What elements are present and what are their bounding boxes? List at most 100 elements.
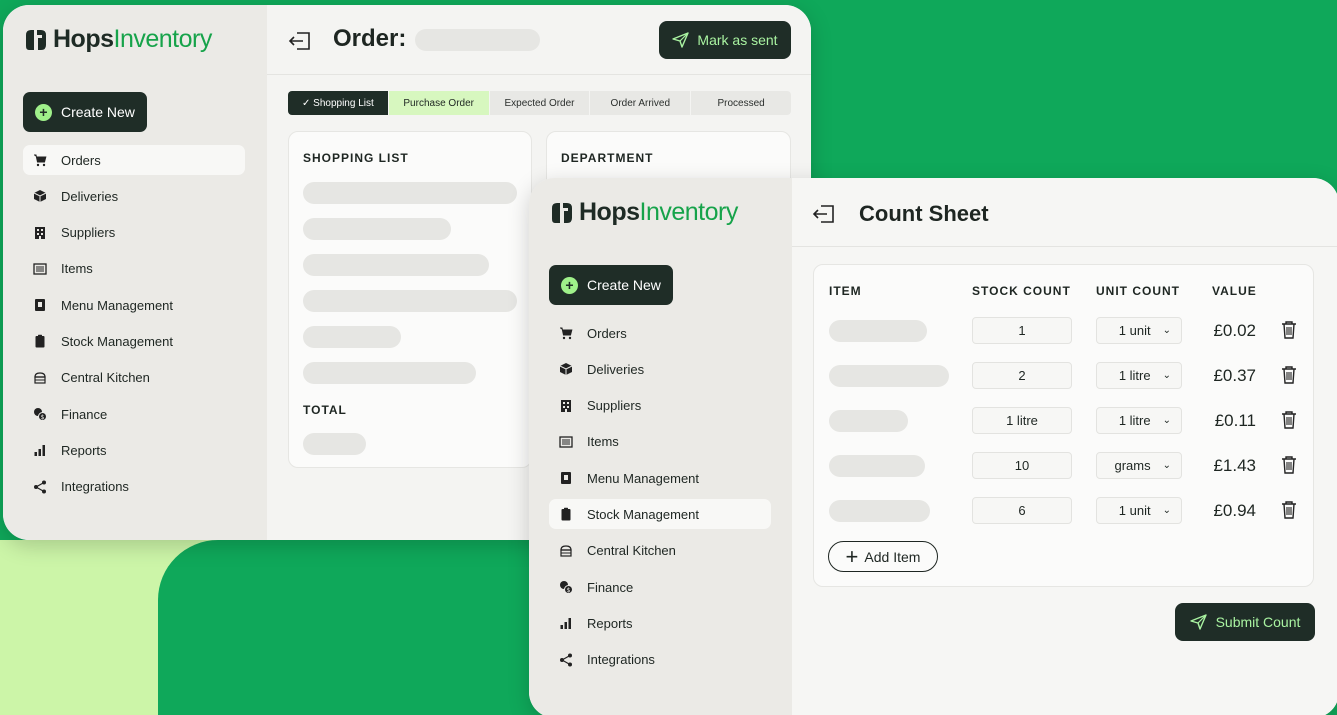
mark-as-sent-label: Mark as sent [697, 32, 778, 48]
logo: Hops Inventory [23, 25, 212, 54]
step-processed[interactable]: Processed [691, 91, 791, 115]
unit-count-select[interactable]: 1 unit ⌄ [1096, 497, 1182, 524]
share-icon [33, 480, 47, 494]
table-row: 1 litre 1 litre ⌄ £0.11 [814, 407, 1313, 435]
step-order-arrived[interactable]: Order Arrived [590, 91, 692, 115]
send-icon [1189, 614, 1207, 630]
sidebar-nav: Orders Deliveries Suppliers Items Menu M… [549, 318, 771, 681]
trash-icon[interactable] [1280, 365, 1298, 385]
sidebar-item-finance[interactable]: $ Finance [23, 399, 245, 429]
sidebar-item-reports[interactable]: Reports [23, 435, 245, 465]
sidebar-item-items[interactable]: Items [549, 427, 771, 457]
item-name-placeholder [829, 320, 927, 342]
stock-count-input[interactable]: 1 litre [972, 407, 1072, 434]
box-icon [33, 189, 47, 203]
column-header-value: VALUE [1212, 284, 1257, 298]
department-heading: DEPARTMENT [561, 151, 654, 165]
sidebar-item-finance[interactable]: $ Finance [549, 572, 771, 602]
menu-book-icon [33, 298, 47, 312]
unit-count-select[interactable]: 1 litre ⌄ [1096, 407, 1182, 434]
stock-count-input[interactable]: 6 [972, 497, 1072, 524]
sidebar-item-deliveries[interactable]: Deliveries [23, 181, 245, 211]
sidebar-item-label: Reports [587, 615, 633, 631]
sidebar-item-deliveries[interactable]: Deliveries [549, 354, 771, 384]
step-expected-order[interactable]: Expected Order [489, 91, 591, 115]
sidebar-item-label: Finance [61, 406, 108, 422]
trash-icon[interactable] [1280, 410, 1298, 430]
sidebar-item-label: Menu Management [587, 470, 700, 486]
logo: Hops Inventory [549, 198, 738, 227]
plus-icon: + [561, 276, 578, 294]
page-title: Order: [333, 25, 407, 52]
logo-text-light: Inventory [639, 198, 739, 226]
sidebar: Hops Inventory + Create New Orders Delive… [529, 178, 792, 715]
step-purchase-order[interactable]: Purchase Order [388, 91, 490, 115]
table-row: 2 1 litre ⌄ £0.37 [814, 362, 1313, 390]
sidebar-item-reports[interactable]: Reports [549, 608, 771, 638]
skeleton-line [303, 218, 451, 240]
unit-count-select[interactable]: grams ⌄ [1096, 452, 1182, 479]
svg-text:$: $ [567, 587, 571, 594]
sidebar-item-integrations[interactable]: Integrations [549, 645, 771, 675]
sidebar-item-orders[interactable]: Orders [549, 318, 771, 348]
sidebar-item-central-kitchen[interactable]: Central Kitchen [23, 363, 245, 393]
sidebar-item-stock-management[interactable]: Stock Management [23, 326, 245, 356]
sidebar-item-label: Stock Management [61, 333, 174, 349]
table-row: 6 1 unit ⌄ £0.94 [814, 497, 1313, 525]
stock-count-input[interactable]: 2 [972, 362, 1072, 389]
sidebar-item-integrations[interactable]: Integrations [23, 472, 245, 502]
submit-count-button[interactable]: Submit Count [1175, 603, 1315, 641]
sidebar-item-items[interactable]: Items [23, 254, 245, 284]
sidebar-item-stock-management[interactable]: Stock Management [549, 499, 771, 530]
step-shopping-list[interactable]: ✓ Shopping List [288, 91, 389, 115]
chevron-down-icon: ⌄ [1162, 415, 1171, 426]
sidebar-item-label: Finance [587, 579, 634, 595]
chevron-down-icon: ⌄ [1162, 460, 1171, 471]
page-title: Count Sheet [859, 201, 989, 226]
count-sheet-main: Count Sheet ITEM STOCK COUNT UNIT COUNT … [792, 178, 1337, 715]
total-heading: TOTAL [303, 403, 347, 417]
back-icon[interactable] [812, 204, 836, 224]
count-sheet-window: Hops Inventory + Create New Orders Delive… [529, 178, 1337, 715]
mark-as-sent-button[interactable]: Mark as sent [659, 21, 791, 59]
unit-count-select[interactable]: 1 litre ⌄ [1096, 362, 1182, 389]
sidebar-item-menu-management[interactable]: Menu Management [549, 463, 771, 493]
sidebar-item-menu-management[interactable]: Menu Management [23, 290, 245, 320]
stock-count-input[interactable]: 1 [972, 317, 1072, 344]
unit-count-value: 1 unit [1118, 503, 1151, 518]
trash-icon[interactable] [1280, 320, 1298, 340]
skeleton-line [303, 182, 517, 204]
shopping-list-card: SHOPPING LIST TOTAL [288, 131, 532, 468]
list-icon [33, 262, 47, 276]
column-header-unit-count: UNIT COUNT [1096, 284, 1180, 298]
item-name-placeholder [829, 410, 908, 432]
stock-count-input[interactable]: 10 [972, 452, 1072, 479]
sidebar-item-suppliers[interactable]: Suppliers [549, 391, 771, 421]
sidebar-item-label: Integrations [61, 479, 129, 495]
share-icon [559, 653, 573, 667]
item-name-placeholder [829, 365, 949, 387]
coins-icon: $ [33, 407, 47, 422]
skeleton-line [303, 326, 401, 348]
sidebar-item-orders[interactable]: Orders [23, 145, 245, 175]
coins-icon: $ [559, 580, 573, 595]
sidebar-item-label: Reports [61, 442, 107, 458]
sidebar-item-suppliers[interactable]: Suppliers [23, 218, 245, 248]
kitchen-icon [559, 544, 573, 558]
create-new-button[interactable]: + Create New [23, 92, 147, 132]
item-name-placeholder [829, 455, 925, 477]
total-value-placeholder [303, 433, 366, 455]
kitchen-icon [33, 371, 47, 385]
add-item-label: Add Item [864, 548, 921, 565]
back-icon[interactable] [288, 31, 312, 51]
order-header: Order: Mark as sent [267, 5, 811, 75]
create-new-button[interactable]: + Create New [549, 265, 673, 305]
table-row: 10 grams ⌄ £1.43 [814, 452, 1313, 480]
unit-count-select[interactable]: 1 unit ⌄ [1096, 317, 1182, 344]
sidebar-item-central-kitchen[interactable]: Central Kitchen [549, 536, 771, 566]
trash-icon[interactable] [1280, 500, 1298, 520]
column-header-stock-count: STOCK COUNT [972, 284, 1071, 298]
trash-icon[interactable] [1280, 455, 1298, 475]
sidebar-item-label: Orders [587, 325, 627, 341]
add-item-button[interactable]: + Add Item [828, 541, 938, 572]
